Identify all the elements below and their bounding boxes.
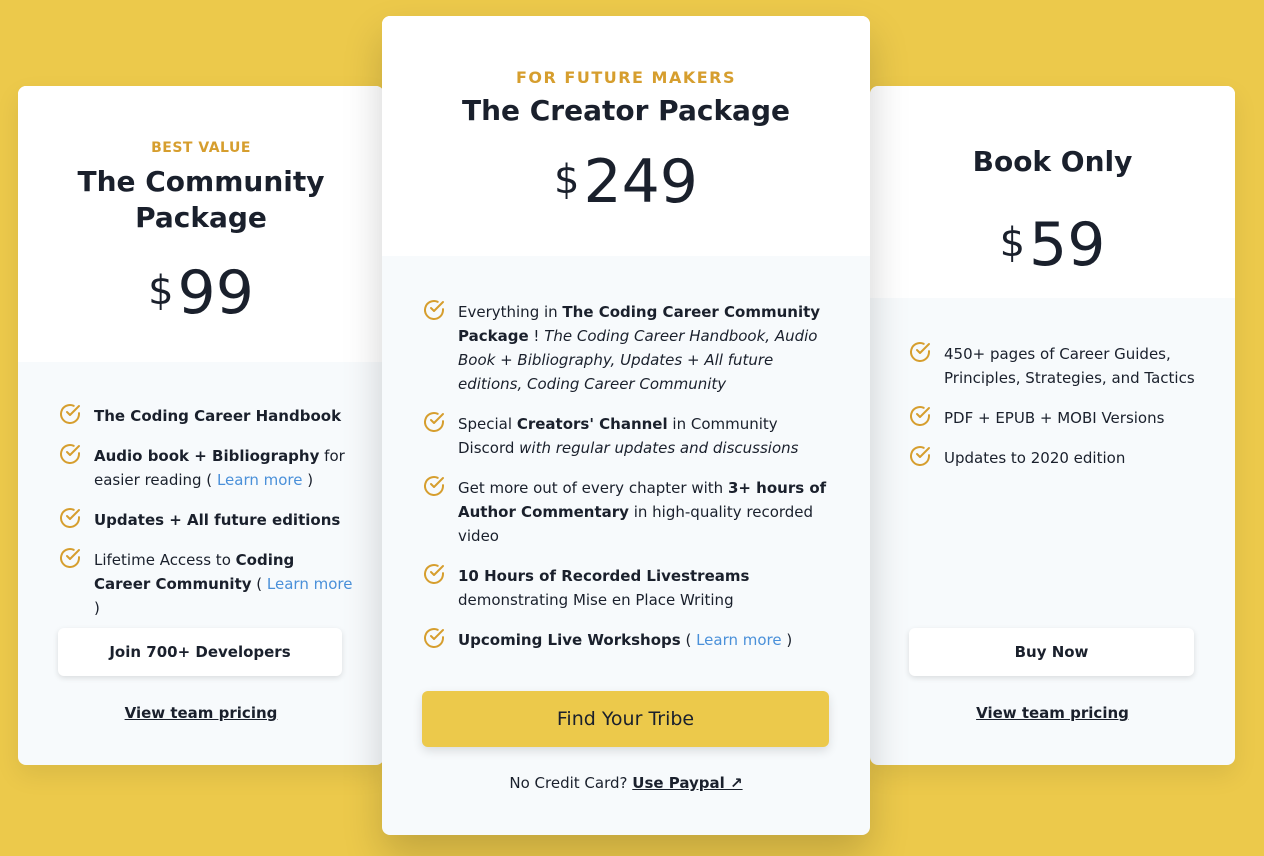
check-circle-icon bbox=[58, 506, 82, 530]
feature-text: ( bbox=[680, 631, 697, 649]
feature-item: Get more out of every chapter with 3+ ho… bbox=[422, 476, 830, 548]
feature-text: Get more out of every chapter with bbox=[458, 479, 728, 497]
feature-bold: 10 Hours of Recorded Livestreams bbox=[458, 567, 750, 585]
book-only-card: Book Only $ 59 450+ pages of Career Guid… bbox=[870, 86, 1235, 765]
creator-title: The Creator Package bbox=[461, 94, 790, 127]
feature-bold: Updates + All future editions bbox=[94, 511, 341, 529]
price-amount: 99 bbox=[177, 258, 254, 328]
currency-symbol: $ bbox=[148, 268, 174, 314]
book-card-header: Book Only $ 59 bbox=[870, 86, 1235, 298]
community-title: The Community Package bbox=[77, 165, 325, 234]
creator-eyebrow: FOR FUTURE MAKERS bbox=[515, 68, 737, 87]
feature-item: Updates to 2020 edition bbox=[908, 446, 1195, 470]
feature-item: Upcoming Live Workshops ( Learn more ) bbox=[422, 628, 830, 652]
feature-text: 450+ pages of Career Guides, Principles,… bbox=[944, 345, 1195, 387]
currency-symbol: $ bbox=[999, 220, 1026, 266]
join-developers-button[interactable]: Join 700+ Developers bbox=[58, 628, 342, 676]
feature-item: Everything in The Coding Career Communit… bbox=[422, 300, 830, 396]
creator-card-header: FOR FUTURE MAKERS The Creator Package $ … bbox=[382, 16, 870, 256]
use-paypal-link[interactable]: Use Paypal ↗ bbox=[632, 774, 742, 792]
feature-bold: The Coding Career Handbook bbox=[94, 407, 342, 425]
check-circle-icon bbox=[422, 410, 446, 434]
paypal-prefix: No Credit Card? bbox=[509, 774, 633, 792]
feature-bold: Upcoming Live Workshops bbox=[458, 631, 681, 649]
find-your-tribe-button[interactable]: Find Your Tribe bbox=[422, 691, 829, 747]
feature-bold: Creators' Channel bbox=[516, 415, 668, 433]
feature-text: PDF + EPUB + MOBI Versions bbox=[944, 409, 1165, 427]
check-circle-icon bbox=[58, 442, 82, 466]
feature-text: Lifetime Access to bbox=[94, 551, 236, 569]
check-circle-icon bbox=[908, 340, 932, 364]
community-price: $ 99 bbox=[18, 258, 384, 328]
price-amount: 249 bbox=[583, 147, 698, 217]
feature-item: Special Creators' Channel in Community D… bbox=[422, 412, 830, 460]
community-package-card: BEST VALUE The Community Package $ 99 Th… bbox=[18, 86, 384, 765]
book-feature-list: 450+ pages of Career Guides, Principles,… bbox=[870, 298, 1235, 470]
creator-feature-list: Everything in The Coding Career Communit… bbox=[382, 256, 870, 652]
feature-text: Updates to 2020 edition bbox=[944, 449, 1126, 467]
learn-more-link[interactable]: Learn more bbox=[696, 631, 782, 649]
feature-text: Everything in bbox=[458, 303, 563, 321]
feature-text: Special bbox=[458, 415, 517, 433]
feature-item: Lifetime Access to Coding Career Communi… bbox=[58, 548, 354, 620]
feature-item: 450+ pages of Career Guides, Principles,… bbox=[908, 342, 1195, 390]
creator-package-card: FOR FUTURE MAKERS The Creator Package $ … bbox=[382, 16, 870, 835]
check-circle-icon bbox=[58, 402, 82, 426]
feature-item: The Coding Career Handbook bbox=[58, 404, 354, 428]
feature-text: ) bbox=[302, 471, 314, 489]
check-circle-icon bbox=[422, 474, 446, 498]
buy-now-button[interactable]: Buy Now bbox=[909, 628, 1194, 676]
book-title: Book Only bbox=[972, 145, 1133, 178]
view-team-pricing-link[interactable]: View team pricing bbox=[870, 704, 1235, 722]
check-circle-icon bbox=[908, 444, 932, 468]
book-price: $ 59 bbox=[870, 210, 1235, 280]
feature-item: PDF + EPUB + MOBI Versions bbox=[908, 406, 1195, 430]
community-eyebrow: BEST VALUE bbox=[151, 140, 251, 156]
feature-italic: with regular updates and discussions bbox=[519, 439, 799, 457]
feature-text: demonstrating Mise en Place Writing bbox=[458, 591, 734, 609]
check-circle-icon bbox=[908, 404, 932, 428]
price-amount: 59 bbox=[1029, 210, 1106, 280]
view-team-pricing-link[interactable]: View team pricing bbox=[18, 704, 384, 722]
feature-item: Audio book + Bibliography for easier rea… bbox=[58, 444, 354, 492]
feature-bold: Audio book + Bibliography bbox=[94, 447, 320, 465]
currency-symbol: $ bbox=[554, 157, 580, 203]
feature-item: Updates + All future editions bbox=[58, 508, 354, 532]
check-circle-icon bbox=[422, 562, 446, 586]
check-circle-icon bbox=[58, 546, 82, 570]
feature-item: 10 Hours of Recorded Livestreams demonst… bbox=[422, 564, 830, 612]
feature-text: ) bbox=[94, 599, 100, 617]
creator-price: $ 249 bbox=[382, 147, 870, 217]
community-card-header: BEST VALUE The Community Package $ 99 bbox=[18, 86, 384, 362]
check-circle-icon bbox=[422, 298, 446, 322]
feature-text: ( bbox=[251, 575, 267, 593]
feature-text: ! bbox=[528, 327, 545, 345]
learn-more-link[interactable]: Learn more bbox=[217, 471, 303, 489]
check-circle-icon bbox=[422, 626, 446, 650]
paypal-line: No Credit Card? Use Paypal ↗ bbox=[382, 774, 870, 792]
learn-more-link[interactable]: Learn more bbox=[267, 575, 353, 593]
feature-text: ) bbox=[781, 631, 793, 649]
community-feature-list: The Coding Career Handbook Audio book + … bbox=[18, 362, 384, 620]
